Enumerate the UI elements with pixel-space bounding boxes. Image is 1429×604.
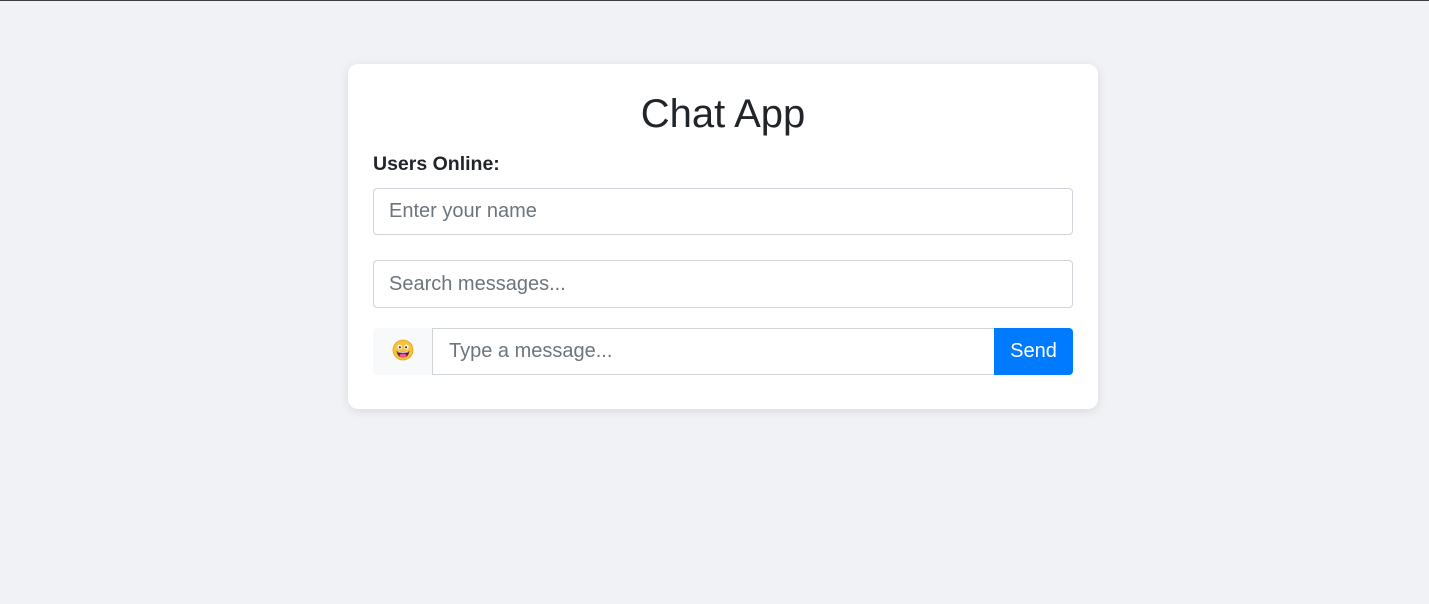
chat-card: Chat App Users Online: Send xyxy=(348,64,1098,409)
grinning-face-with-tongue-icon xyxy=(392,339,414,364)
send-button[interactable]: Send xyxy=(994,328,1073,375)
name-input[interactable] xyxy=(373,188,1073,235)
users-online-label: Users Online: xyxy=(373,153,500,175)
message-composer: Send xyxy=(373,328,1073,375)
window-top-border xyxy=(0,0,1429,1)
emoji-picker-button[interactable] xyxy=(373,328,432,375)
search-input[interactable] xyxy=(373,260,1073,308)
page-title: Chat App xyxy=(640,92,806,136)
message-input[interactable] xyxy=(432,328,994,375)
